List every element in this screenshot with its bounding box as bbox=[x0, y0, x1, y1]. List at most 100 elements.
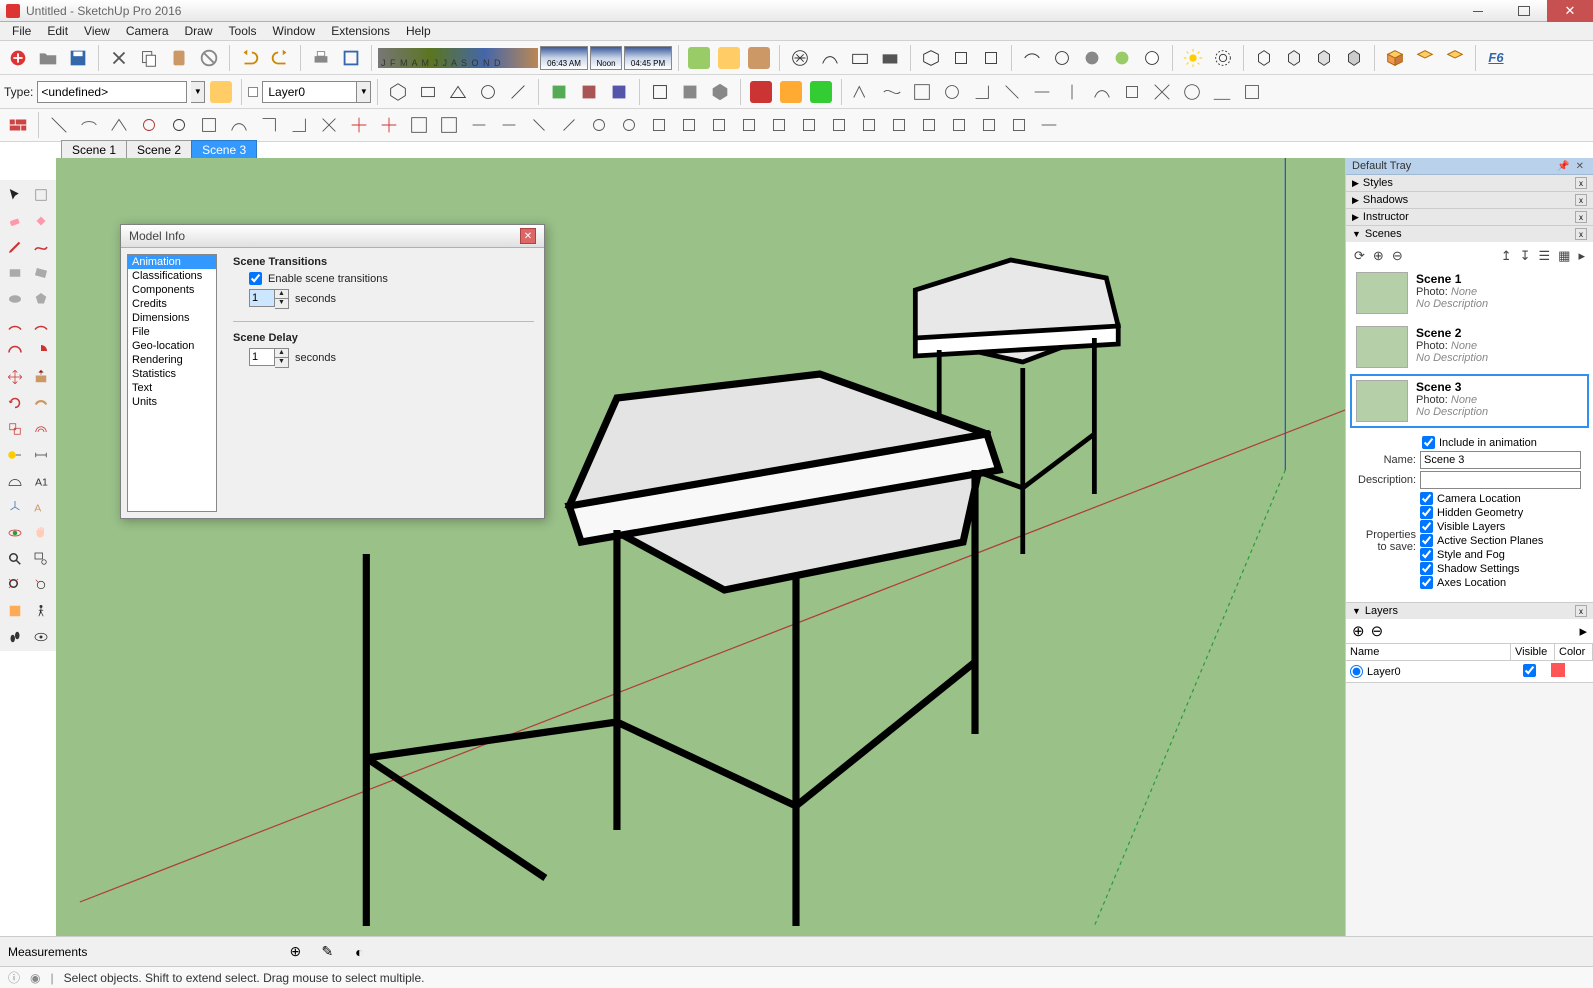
offset-icon[interactable] bbox=[28, 416, 53, 441]
pb-icon[interactable] bbox=[765, 111, 793, 139]
spinner-up-icon[interactable]: ▲ bbox=[275, 349, 288, 358]
ext-icon[interactable] bbox=[474, 78, 502, 106]
view-style-4-icon[interactable] bbox=[876, 44, 904, 72]
chk-layers[interactable] bbox=[1420, 520, 1433, 533]
chk-style[interactable] bbox=[1420, 548, 1433, 561]
layers-head-color[interactable]: Color bbox=[1555, 644, 1593, 660]
pb-icon[interactable] bbox=[615, 111, 643, 139]
mi-cat-file[interactable]: File bbox=[128, 325, 216, 339]
axes-icon[interactable] bbox=[2, 494, 27, 519]
layer-row[interactable]: Layer0 bbox=[1346, 661, 1593, 682]
scene-tab-1[interactable]: Scene 1 bbox=[61, 140, 127, 159]
geo-icon[interactable] bbox=[685, 44, 713, 72]
menu-view[interactable]: View bbox=[76, 22, 118, 40]
view-style-2-icon[interactable] bbox=[816, 44, 844, 72]
solid-3-icon[interactable] bbox=[1310, 44, 1338, 72]
pb-icon[interactable] bbox=[525, 111, 553, 139]
feet-icon[interactable] bbox=[2, 624, 27, 649]
paste-icon[interactable] bbox=[165, 44, 193, 72]
pb-icon[interactable] bbox=[315, 111, 343, 139]
scene-desc-input[interactable] bbox=[1420, 471, 1581, 489]
pencil-icon[interactable] bbox=[2, 234, 27, 259]
time-am[interactable]: 06:43 AM bbox=[540, 46, 588, 70]
chk-axes[interactable] bbox=[1420, 576, 1433, 589]
mi-delay-input[interactable] bbox=[249, 348, 275, 366]
scene-grid-icon[interactable]: ▦ bbox=[1558, 248, 1570, 264]
layer-remove-icon[interactable]: ⊖ bbox=[1371, 622, 1384, 640]
pb-icon[interactable] bbox=[1035, 111, 1063, 139]
box-2-icon[interactable] bbox=[1411, 44, 1439, 72]
eraser-icon[interactable] bbox=[2, 208, 27, 233]
view-front-icon[interactable] bbox=[977, 44, 1005, 72]
spinner-down-icon[interactable]: ▼ bbox=[275, 299, 288, 308]
scene-up-icon[interactable]: ↥ bbox=[1501, 248, 1512, 264]
view-style-1-icon[interactable] bbox=[786, 44, 814, 72]
pb-icon[interactable] bbox=[405, 111, 433, 139]
pb-icon[interactable] bbox=[645, 111, 673, 139]
style-mono-icon[interactable] bbox=[1138, 44, 1166, 72]
style-shaded-icon[interactable] bbox=[1078, 44, 1106, 72]
pb-icon[interactable] bbox=[705, 111, 733, 139]
pb-icon[interactable] bbox=[585, 111, 613, 139]
view-iso-icon[interactable] bbox=[917, 44, 945, 72]
pb-icon[interactable] bbox=[555, 111, 583, 139]
scene-tab-3[interactable]: Scene 3 bbox=[191, 140, 257, 159]
pb-icon[interactable] bbox=[255, 111, 283, 139]
3dtext-icon[interactable]: A bbox=[28, 494, 53, 519]
layer-dropdown-icon[interactable]: ▼ bbox=[357, 81, 371, 103]
solid-2-icon[interactable] bbox=[1280, 44, 1308, 72]
section-close-icon[interactable]: x bbox=[1575, 228, 1587, 240]
scene-down-icon[interactable]: ↧ bbox=[1520, 248, 1531, 264]
pb-icon[interactable] bbox=[795, 111, 823, 139]
tray-sec-shadows[interactable]: ▶Shadowsx bbox=[1346, 192, 1593, 208]
mi-cat-components[interactable]: Components bbox=[128, 283, 216, 297]
redo-icon[interactable] bbox=[266, 44, 294, 72]
box-3-icon[interactable] bbox=[1441, 44, 1469, 72]
ext-icon[interactable] bbox=[878, 78, 906, 106]
ext-icon[interactable] bbox=[646, 78, 674, 106]
ext-icon[interactable] bbox=[444, 78, 472, 106]
circle-icon[interactable] bbox=[2, 286, 27, 311]
pb-icon[interactable] bbox=[195, 111, 223, 139]
chk-camera[interactable] bbox=[1420, 492, 1433, 505]
mi-delay-spinner[interactable]: ▲▼ bbox=[249, 348, 289, 368]
circle-tool-icon[interactable]: ⊕ bbox=[283, 940, 307, 964]
scene-add-icon[interactable]: ⊕ bbox=[1373, 248, 1384, 264]
paint-icon[interactable] bbox=[715, 44, 743, 72]
ext-icon[interactable] bbox=[938, 78, 966, 106]
zoomwin-icon[interactable] bbox=[28, 546, 53, 571]
tray-sec-scenes[interactable]: ▼Scenesx bbox=[1346, 226, 1593, 242]
pb-icon[interactable] bbox=[855, 111, 883, 139]
layers-head-visible[interactable]: Visible bbox=[1511, 644, 1555, 660]
save-file-icon[interactable] bbox=[64, 44, 92, 72]
scene-item-3[interactable]: Scene 3 Photo: None No Description bbox=[1350, 374, 1589, 428]
ext-icon[interactable] bbox=[605, 78, 633, 106]
ext-icon[interactable] bbox=[908, 78, 936, 106]
polygon-icon[interactable] bbox=[28, 286, 53, 311]
component-make-icon[interactable] bbox=[28, 182, 53, 207]
menu-window[interactable]: Window bbox=[265, 22, 324, 40]
pb-icon[interactable] bbox=[735, 111, 763, 139]
ext-icon[interactable] bbox=[1208, 78, 1236, 106]
walk-icon[interactable] bbox=[28, 598, 53, 623]
layers-head-name[interactable]: Name bbox=[1346, 644, 1511, 660]
menu-help[interactable]: Help bbox=[398, 22, 439, 40]
spinner-up-icon[interactable]: ▲ bbox=[275, 290, 288, 299]
mi-cat-dimensions[interactable]: Dimensions bbox=[128, 311, 216, 325]
pb-icon[interactable] bbox=[105, 111, 133, 139]
pb-icon[interactable] bbox=[435, 111, 463, 139]
window-minimize-button[interactable] bbox=[1455, 0, 1501, 22]
mi-enable-checkbox[interactable] bbox=[249, 272, 262, 285]
arc2-icon[interactable] bbox=[28, 312, 53, 337]
month-strip[interactable]: J F M A M J J A S O N D bbox=[378, 48, 538, 68]
mi-cat-units[interactable]: Units bbox=[128, 395, 216, 409]
mi-transition-spinner[interactable]: ▲▼ bbox=[249, 289, 289, 309]
paintbucket-icon[interactable] bbox=[28, 208, 53, 233]
ext-icon[interactable] bbox=[676, 78, 704, 106]
pb-icon[interactable] bbox=[225, 111, 253, 139]
pb-icon[interactable] bbox=[495, 111, 523, 139]
tape-icon[interactable] bbox=[2, 442, 27, 467]
copy-icon[interactable] bbox=[135, 44, 163, 72]
layer-visible-checkbox[interactable] bbox=[1523, 664, 1536, 677]
type-dropdown-icon[interactable]: ▼ bbox=[191, 81, 205, 103]
